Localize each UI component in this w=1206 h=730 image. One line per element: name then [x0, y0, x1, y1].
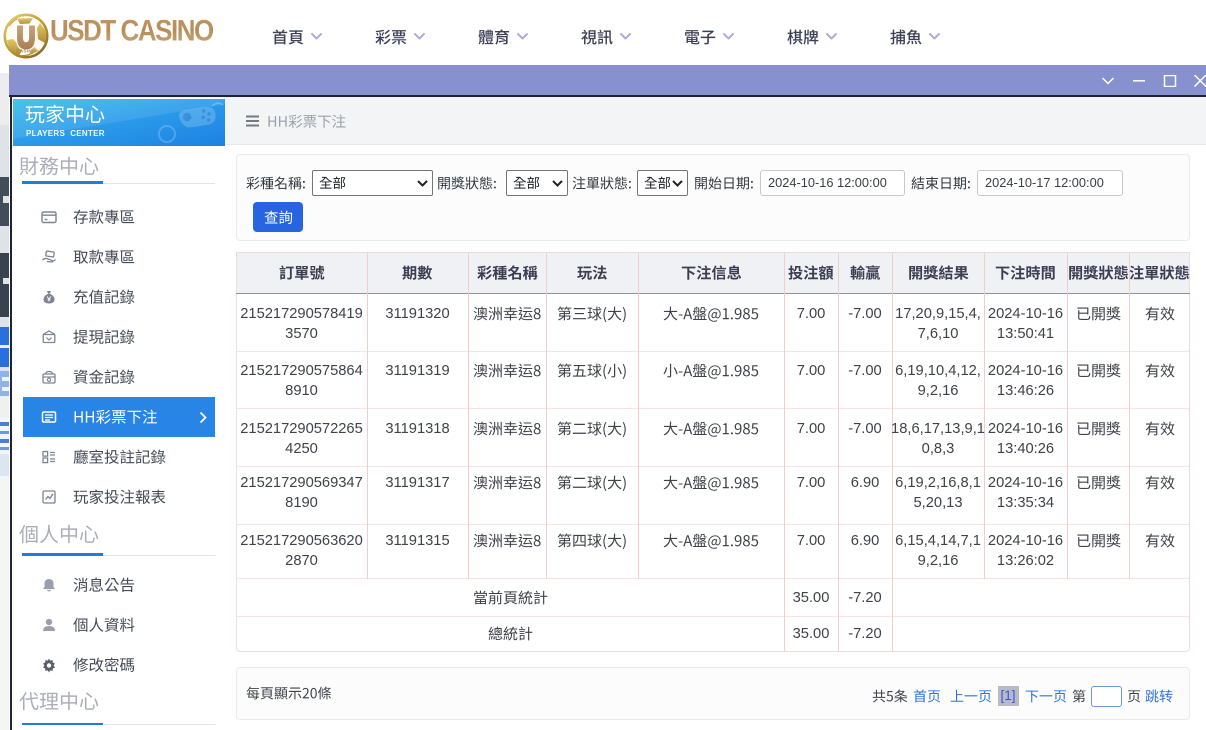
svg-text:CASINO: CASINO — [16, 49, 36, 54]
